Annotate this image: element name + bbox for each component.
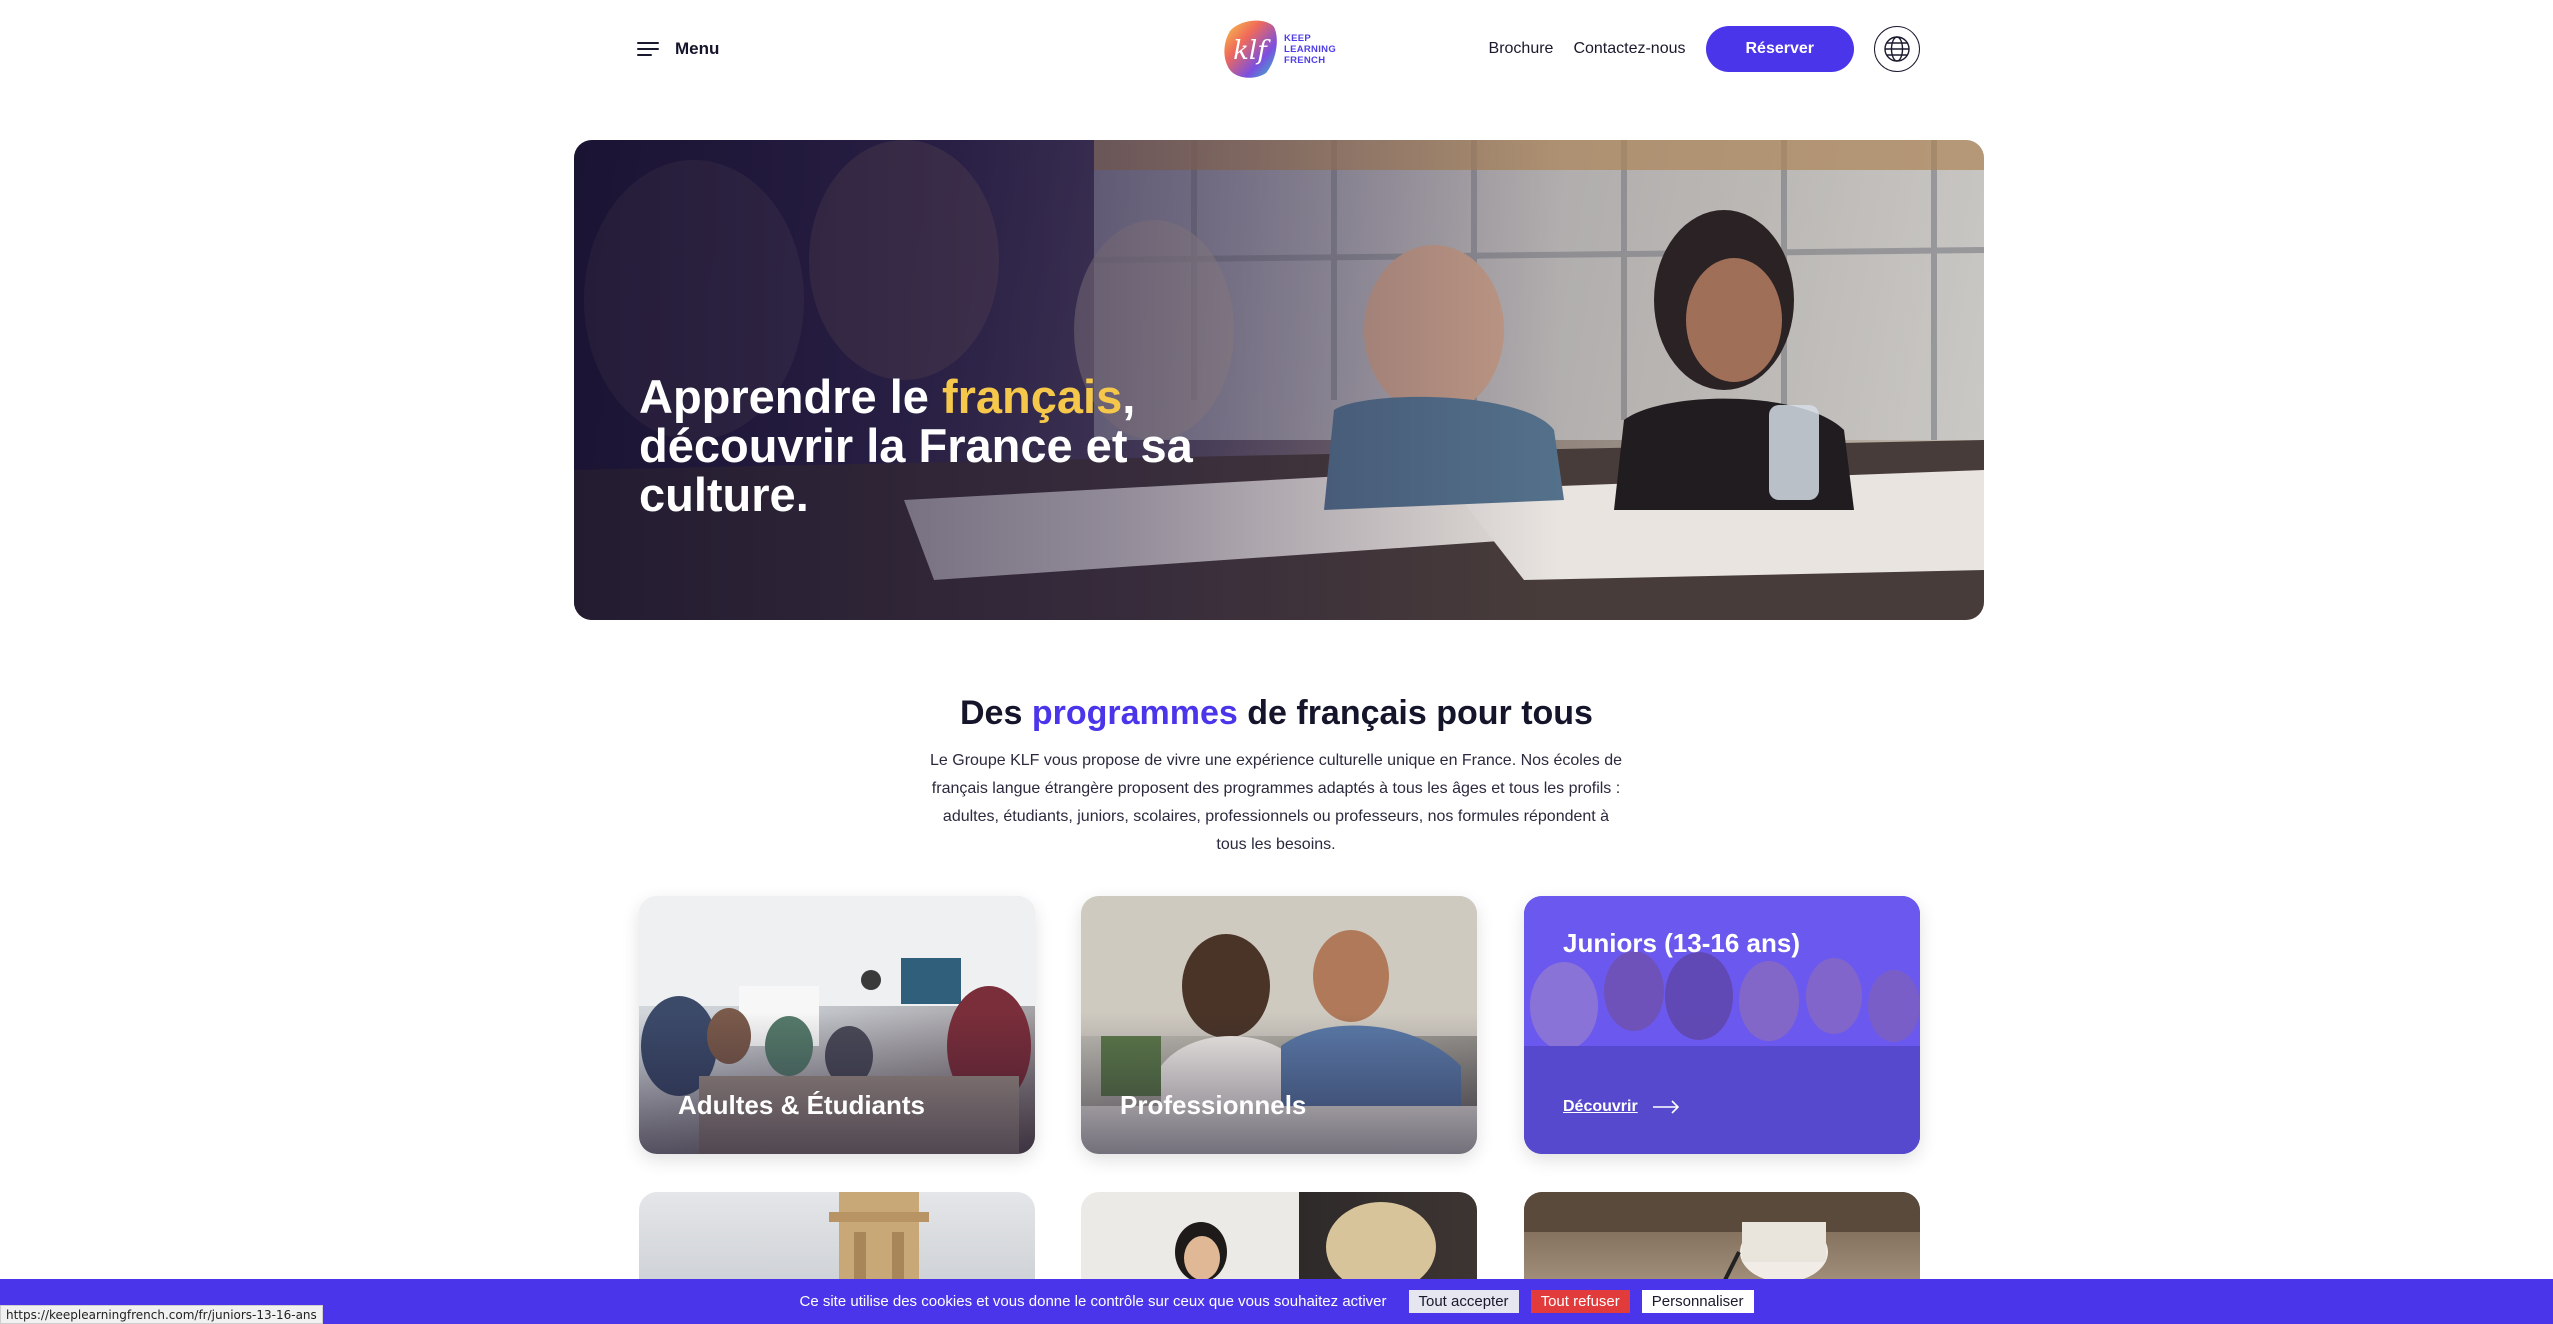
discover-link[interactable]: Découvrir xyxy=(1563,1098,1680,1116)
card-row2-1-photo xyxy=(829,1192,929,1282)
menu-button[interactable]: Menu xyxy=(637,34,719,64)
card-row2-2-photo xyxy=(1175,1202,1436,1282)
cookie-customize-button[interactable]: Personnaliser xyxy=(1641,1290,1754,1313)
discover-label: Découvrir xyxy=(1563,1098,1638,1115)
card-juniors[interactable]: Juniors (13-16 ans) Découvrir xyxy=(1524,896,1920,1154)
card-row2-3-photo xyxy=(1524,1192,1920,1282)
card-adultes-etudiants[interactable]: Adultes & Étudiants xyxy=(639,896,1035,1154)
card-row2-2[interactable] xyxy=(1081,1192,1477,1282)
brochure-link[interactable]: Brochure xyxy=(1489,40,1554,58)
globe-icon xyxy=(1884,36,1910,62)
arrow-right-icon xyxy=(1652,1100,1679,1114)
programs-title-highlight: programmes xyxy=(1031,694,1238,732)
programs-title: Des programmes de français pour tous xyxy=(960,694,1593,732)
card-row2-1[interactable] xyxy=(639,1192,1035,1282)
language-button[interactable] xyxy=(1874,26,1920,72)
hero-title-highlight: français xyxy=(941,370,1123,423)
menu-label: Menu xyxy=(675,39,720,58)
cookie-banner: Ce site utilise des cookies et vous donn… xyxy=(0,1279,2553,1324)
hero-title: Apprendre le français, découvrir la Fran… xyxy=(639,370,1193,521)
contact-link[interactable]: Contactez-nous xyxy=(1573,40,1685,58)
hamburger-icon xyxy=(637,42,659,56)
reserve-button[interactable]: Réserver xyxy=(1705,26,1854,72)
klf-logo[interactable]: klf KEEP LEARNING FRENCH xyxy=(1222,16,1336,82)
hero-banner: Apprendre le français, découvrir la Fran… xyxy=(574,140,1984,620)
klf-logo-mark: klf xyxy=(1224,20,1277,78)
status-bar-url: https://keeplearningfrench.com/fr/junior… xyxy=(0,1305,323,1324)
logo-text: KEEP LEARNING FRENCH xyxy=(1284,32,1337,66)
cookie-text: Ce site utilise des cookies et vous donn… xyxy=(799,1293,1387,1310)
card-label: Juniors (13-16 ans) xyxy=(1563,928,1800,958)
site-header: Menu klf KEEP LEARNING FRENCH Brochure C… xyxy=(0,0,2553,100)
programs-description: Le Groupe KLF vous propose de vivre une … xyxy=(930,752,1622,853)
logo-mark-text: klf xyxy=(1233,36,1271,66)
card-professionnels[interactable]: Professionnels xyxy=(1081,896,1477,1154)
card-label: Professionnels xyxy=(1120,1090,1307,1120)
cookie-accept-button[interactable]: Tout accepter xyxy=(1408,1290,1519,1313)
card-row2-3[interactable] xyxy=(1524,1192,1920,1282)
cookie-refuse-button[interactable]: Tout refuser xyxy=(1530,1290,1630,1313)
card-label: Adultes & Étudiants xyxy=(678,1090,926,1120)
top-nav: Brochure Contactez-nous Réserver xyxy=(1489,26,1920,72)
